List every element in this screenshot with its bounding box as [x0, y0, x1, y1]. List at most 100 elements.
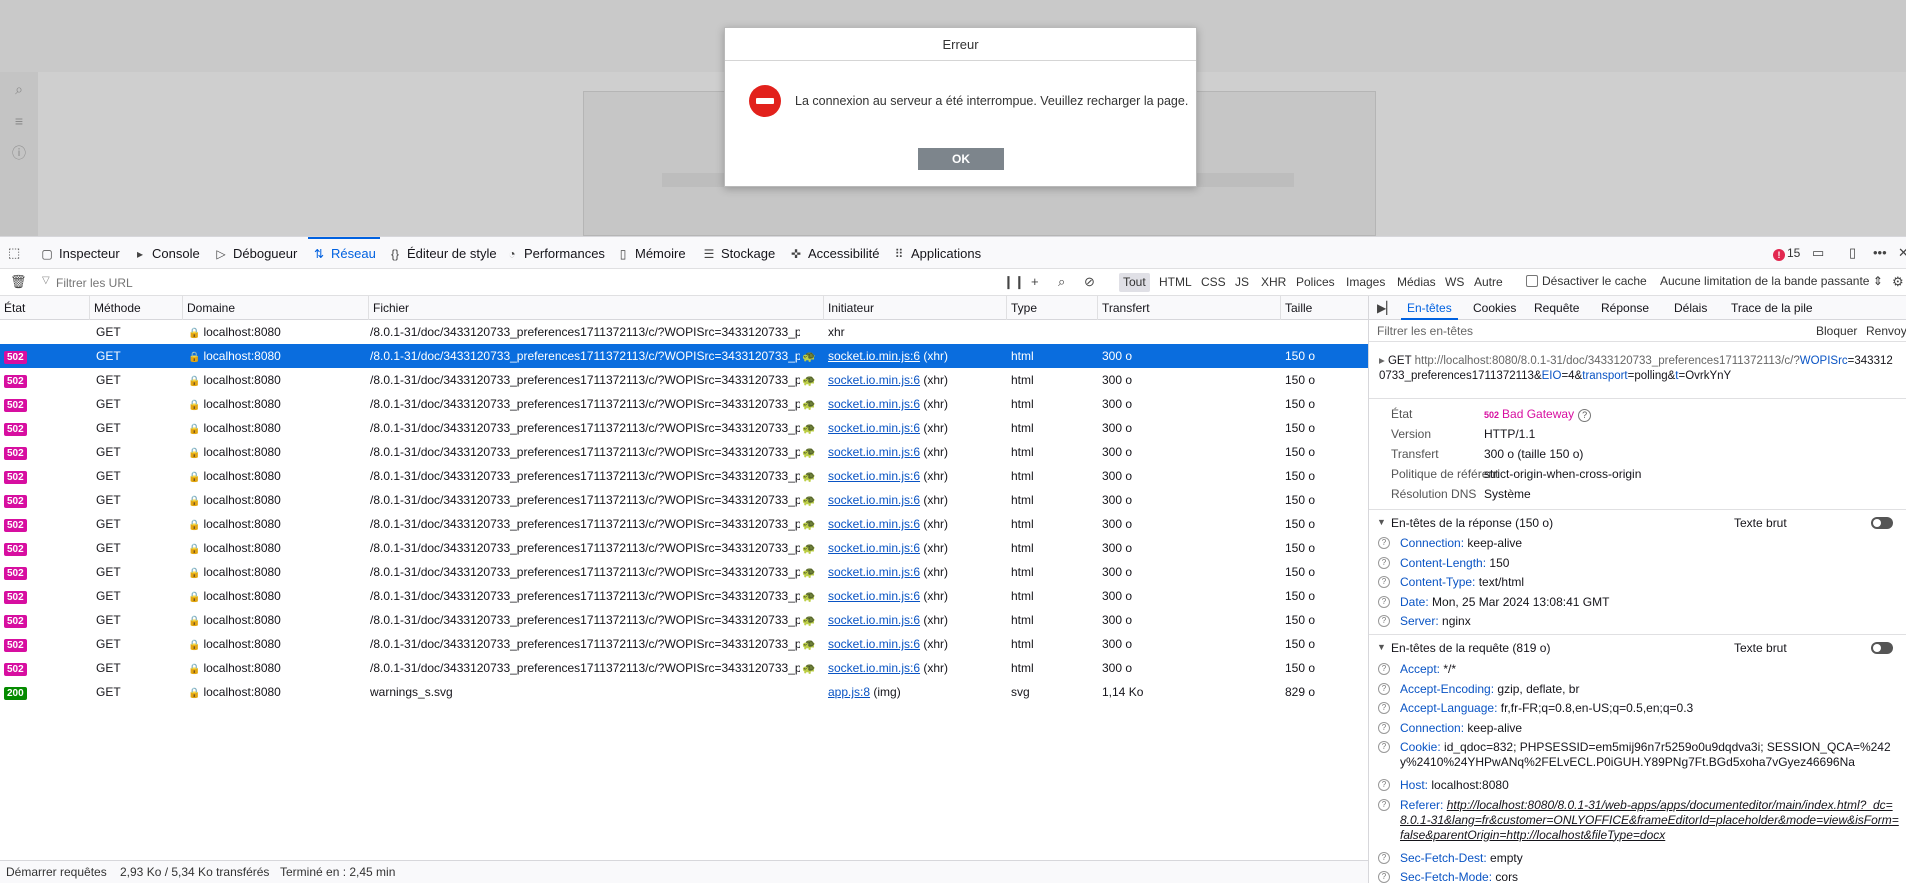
- table-row[interactable]: 502 GET 🔒 localhost:8080/8.0.1-31/doc/34331…: [0, 512, 1368, 536]
- table-row[interactable]: 502 GET 🔒 localhost:8080/8.0.1-31/doc/34331…: [0, 392, 1368, 416]
- help-icon[interactable]: ?: [1378, 741, 1390, 753]
- settings-gear-icon[interactable]: ⚙: [1892, 274, 1904, 290]
- type-filter-ws[interactable]: WS: [1441, 273, 1468, 292]
- tab-console[interactable]: ▸ Console: [133, 237, 200, 270]
- initiator-link[interactable]: socket.io.min.js:6: [828, 613, 920, 627]
- search-icon[interactable]: ⌕: [1058, 274, 1065, 290]
- type-filter-js[interactable]: JS: [1231, 273, 1253, 292]
- table-row[interactable]: 502 GET 🔒 localhost:8080/8.0.1-31/doc/34331…: [0, 536, 1368, 560]
- error-count-badge[interactable]: ! 15: [1773, 246, 1800, 261]
- table-row[interactable]: 502 GET 🔒 localhost:8080/8.0.1-31/doc/34331…: [0, 344, 1368, 368]
- table-row[interactable]: 502 GET 🔒 localhost:8080/8.0.1-31/doc/34331…: [0, 368, 1368, 392]
- help-icon[interactable]: ?: [1378, 537, 1390, 549]
- help-icon[interactable]: ?: [1378, 576, 1390, 588]
- initiator-link[interactable]: socket.io.min.js:6: [828, 517, 920, 531]
- table-row[interactable]: 502 GET 🔒 localhost:8080/8.0.1-31/doc/34331…: [0, 488, 1368, 512]
- col-initiator[interactable]: Initiateur: [824, 296, 1007, 320]
- table-row[interactable]: 502 GET 🔒 localhost:8080/8.0.1-31/doc/34331…: [0, 440, 1368, 464]
- element-picker-icon[interactable]: ⬚: [8, 245, 20, 261]
- tab-memory[interactable]: ▯ Mémoire: [616, 237, 686, 270]
- col-type[interactable]: Type: [1007, 296, 1098, 320]
- request-headers-section[interactable]: ▼ En-têtes de la requête (819 o) Texte b…: [1369, 637, 1906, 659]
- toggle-panel-icon[interactable]: ▶▏: [1377, 301, 1395, 315]
- raw-toggle[interactable]: [1871, 517, 1893, 529]
- block-icon[interactable]: ⊘: [1084, 274, 1095, 290]
- table-row[interactable]: 502 GET 🔒 localhost:8080/8.0.1-31/doc/34331…: [0, 584, 1368, 608]
- split-console-icon[interactable]: ▭: [1812, 245, 1824, 261]
- tab-stack-trace[interactable]: Trace de la pile: [1731, 296, 1813, 320]
- help-icon[interactable]: ?: [1378, 595, 1390, 608]
- help-icon[interactable]: ?: [1378, 871, 1390, 883]
- help-icon[interactable]: ?: [1378, 702, 1390, 714]
- request-url[interactable]: ▸ GET http://localhost:8080/8.0.1-31/doc…: [1379, 354, 1899, 384]
- initiator-link[interactable]: socket.io.min.js:6: [828, 445, 920, 459]
- col-file[interactable]: Fichier: [369, 296, 824, 320]
- col-method[interactable]: Méthode: [90, 296, 183, 320]
- add-icon[interactable]: +: [1031, 274, 1039, 289]
- expand-arrow-icon[interactable]: ▸: [1379, 355, 1388, 367]
- table-row[interactable]: 502 GET 🔒 localhost:8080/8.0.1-31/doc/34331…: [0, 416, 1368, 440]
- type-filter-media[interactable]: Médias: [1393, 273, 1440, 292]
- throttling-select[interactable]: Aucune limitation de la bande passante ⇕: [1660, 274, 1883, 288]
- raw-toggle[interactable]: [1871, 642, 1893, 654]
- initiator-link[interactable]: socket.io.min.js:6: [828, 493, 920, 507]
- responsive-design-icon[interactable]: ▯: [1849, 245, 1856, 261]
- help-icon[interactable]: ?: [1378, 798, 1390, 811]
- table-row[interactable]: 200 GET 🔒 localhost:8080 warnings_s.svg svg 1,…: [0, 680, 1368, 704]
- initiator-link[interactable]: socket.io.min.js:6: [828, 541, 920, 555]
- type-filter-all[interactable]: Tout: [1119, 273, 1150, 292]
- resend-button[interactable]: Renvoyer: [1866, 324, 1906, 338]
- help-icon[interactable]: ?: [1378, 682, 1390, 695]
- help-icon[interactable]: ?: [1578, 409, 1592, 422]
- tab-response[interactable]: Réponse: [1601, 296, 1649, 320]
- table-row[interactable]: 502 GET 🔒 localhost:8080/8.0.1-31/doc/34331…: [0, 608, 1368, 632]
- col-status[interactable]: État: [0, 296, 90, 320]
- initiator-link[interactable]: socket.io.min.js:6: [828, 397, 920, 411]
- headers-filter-input[interactable]: Filtrer les en-têtes: [1377, 324, 1473, 338]
- search-icon[interactable]: ⌕: [10, 80, 28, 98]
- help-icon[interactable]: ?: [1378, 779, 1390, 791]
- type-filter-other[interactable]: Autre: [1470, 273, 1507, 292]
- table-row[interactable]: 502 GET 🔒 localhost:8080/8.0.1-31/doc/34331…: [0, 656, 1368, 680]
- col-size[interactable]: Taille: [1281, 296, 1368, 320]
- type-filter-images[interactable]: Images: [1342, 273, 1389, 292]
- type-filter-fonts[interactable]: Polices: [1292, 273, 1339, 292]
- more-options-icon[interactable]: •••: [1873, 245, 1887, 260]
- block-button[interactable]: Bloquer: [1816, 324, 1857, 338]
- initiator-link[interactable]: socket.io.min.js:6: [828, 421, 920, 435]
- help-icon[interactable]: ?: [1378, 615, 1390, 627]
- type-filter-css[interactable]: CSS: [1197, 273, 1230, 292]
- table-row[interactable]: 502 GET 🔒 localhost:8080/8.0.1-31/doc/34331…: [0, 632, 1368, 656]
- tab-request[interactable]: Requête: [1534, 296, 1579, 320]
- type-filter-xhr[interactable]: XHR: [1257, 273, 1290, 292]
- ok-button[interactable]: OK: [918, 148, 1004, 170]
- list-icon[interactable]: ≡: [10, 112, 28, 130]
- tab-headers[interactable]: En-têtes: [1401, 296, 1458, 320]
- tab-performance[interactable]: ◔ Performances: [505, 237, 605, 270]
- initiator-link[interactable]: socket.io.min.js:6: [828, 373, 920, 387]
- help-icon[interactable]: ?: [1378, 556, 1390, 569]
- help-icon[interactable]: ?: [1378, 663, 1390, 675]
- initiator-link[interactable]: socket.io.min.js:6: [828, 565, 920, 579]
- tab-cookies[interactable]: Cookies: [1473, 296, 1516, 320]
- tab-accessibility[interactable]: ✜ Accessibilité: [789, 237, 880, 270]
- table-row[interactable]: 502 GET 🔒 localhost:8080/8.0.1-31/doc/34331…: [0, 464, 1368, 488]
- initiator-link[interactable]: app.js:8: [828, 685, 870, 699]
- type-filter-html[interactable]: HTML: [1155, 273, 1196, 292]
- tab-storage[interactable]: ☰ Stockage: [702, 237, 776, 270]
- pause-icon[interactable]: ❙❙: [1003, 274, 1025, 290]
- table-row[interactable]: GET 🔒 localhost:8080/8.0.1-31/doc/34331207…: [0, 320, 1368, 344]
- col-domain[interactable]: Domaine: [183, 296, 369, 320]
- url-filter-input[interactable]: [40, 273, 990, 292]
- initiator-link[interactable]: socket.io.min.js:6: [828, 589, 920, 603]
- disable-cache-checkbox[interactable]: Désactiver le cache: [1526, 274, 1647, 288]
- col-transfer[interactable]: Transfert: [1098, 296, 1281, 320]
- tab-style-editor[interactable]: {} Éditeur de style: [388, 237, 497, 270]
- initiator-link[interactable]: socket.io.min.js:6: [828, 661, 920, 675]
- initiator-link[interactable]: socket.io.min.js:6: [828, 469, 920, 483]
- help-icon[interactable]: ?: [1378, 721, 1390, 734]
- info-icon[interactable]: ⓘ: [10, 144, 28, 162]
- table-row[interactable]: 502 GET 🔒 localhost:8080/8.0.1-31/doc/34331…: [0, 560, 1368, 584]
- tab-network[interactable]: ⇅ Réseau: [308, 237, 380, 270]
- initiator-link[interactable]: socket.io.min.js:6: [828, 349, 920, 363]
